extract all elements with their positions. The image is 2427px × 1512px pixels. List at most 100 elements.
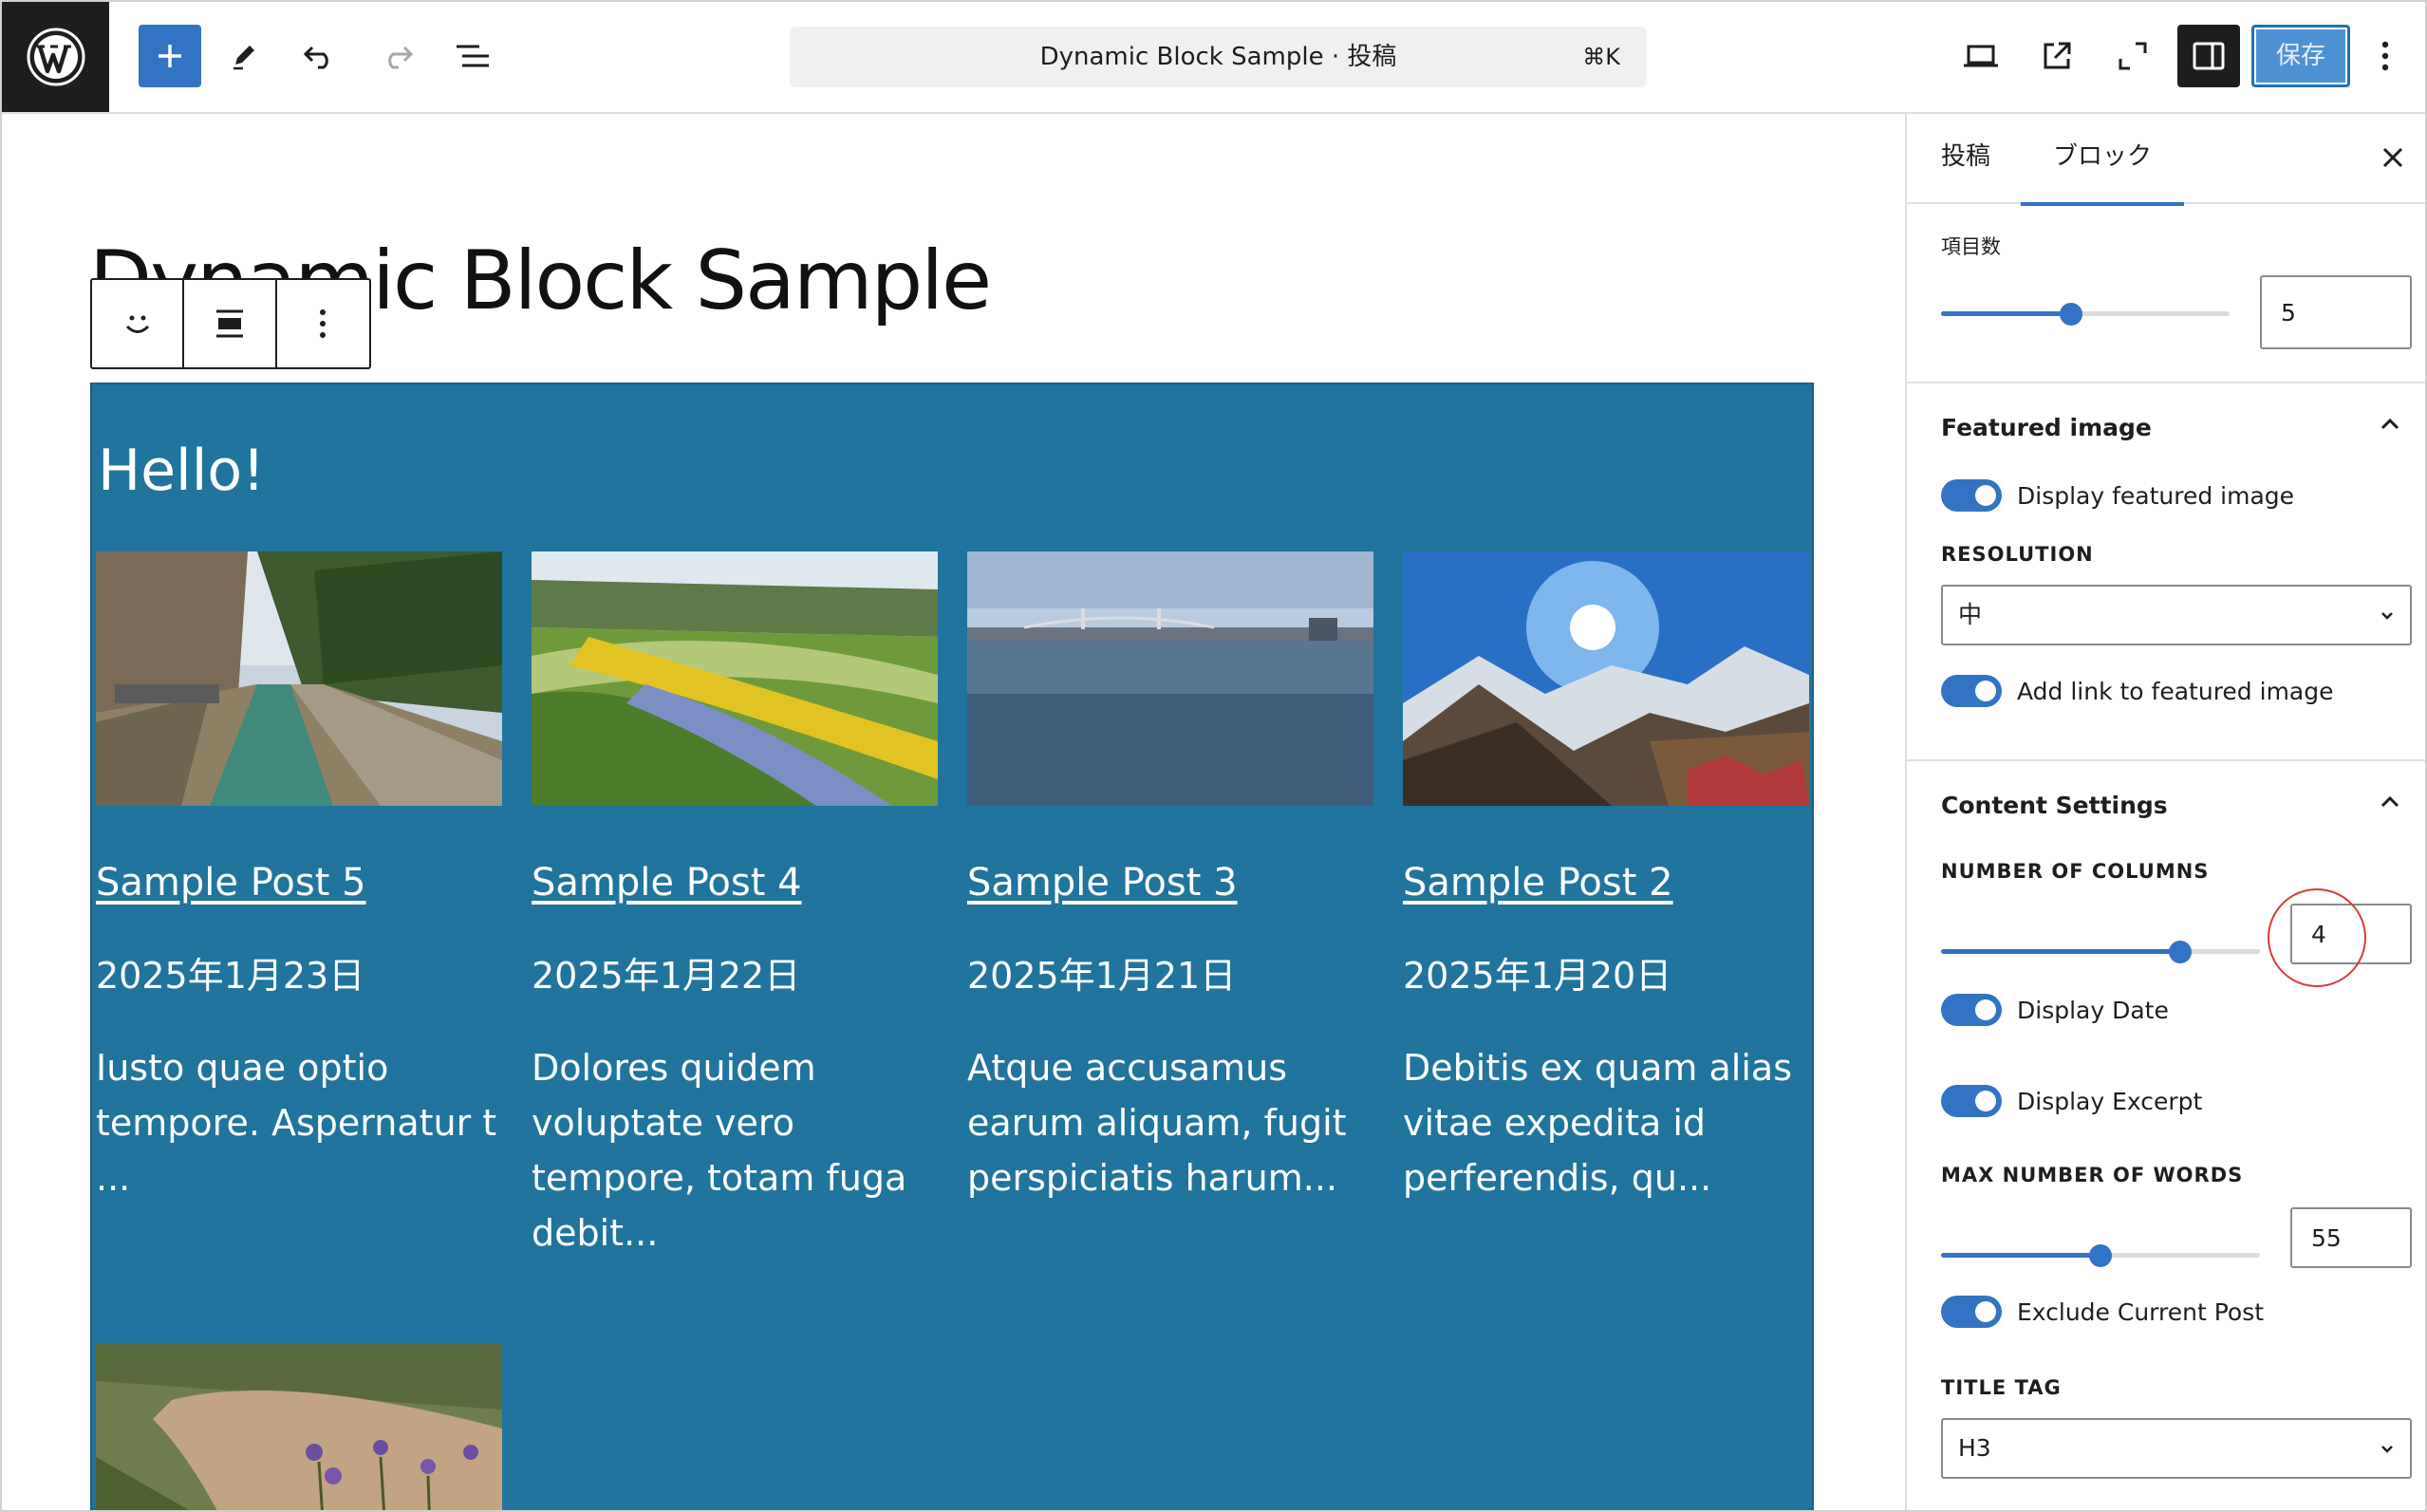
fullscreen-icon — [2119, 42, 2147, 70]
resolution-label: RESOLUTION — [1941, 543, 2094, 566]
redo-button[interactable] — [365, 25, 428, 87]
max-words-slider[interactable] — [1941, 1236, 2260, 1274]
redo-icon — [388, 46, 414, 69]
post-title-link[interactable]: Sample Post 5 — [96, 861, 502, 905]
vertical-ellipsis-icon — [2381, 41, 2389, 71]
panel-divider — [1907, 382, 2425, 383]
items-count-input[interactable]: 5 — [2260, 275, 2412, 349]
featured-image-road[interactable] — [96, 551, 502, 806]
editor-canvas: Dynamic Block Sample Hello! Sample Post … — [2, 114, 1905, 1510]
toggle-label: Display featured image — [2017, 481, 2295, 510]
preview-button[interactable] — [1950, 25, 2012, 87]
command-shortcut-hint: ⌘K — [1582, 44, 1620, 70]
link-featured-image-toggle[interactable]: Add link to featured image — [1941, 674, 2334, 708]
featured-image-panel-title[interactable]: Featured image — [1941, 414, 2152, 441]
undo-icon — [303, 46, 328, 69]
chevron-up-icon[interactable] — [2376, 788, 2404, 816]
columns-slider[interactable] — [1941, 932, 2260, 970]
slider-thumb[interactable] — [2089, 1244, 2112, 1267]
tools-button[interactable] — [213, 25, 275, 87]
laptop-icon — [1964, 45, 1998, 67]
slider-thumb[interactable] — [2169, 941, 2192, 963]
chevron-down-icon — [2381, 1446, 2393, 1453]
max-words-label: MAX NUMBER OF WORDS — [1941, 1164, 2244, 1186]
settings-sidebar-toggle[interactable] — [2177, 25, 2240, 87]
items-count-label: 項目数 — [1941, 235, 2001, 258]
toggle-label: Add link to featured image — [2017, 677, 2334, 705]
align-icon — [216, 309, 244, 338]
block-type-button[interactable] — [92, 280, 185, 367]
block-editor-window: Dynamic Block Sample · 投稿 ⌘K 保存 Dynamic … — [0, 0, 2427, 1512]
chevron-up-icon[interactable] — [2376, 410, 2404, 439]
featured-image-mountains[interactable] — [1403, 551, 1809, 806]
post-title-link[interactable]: Sample Post 4 — [532, 861, 938, 905]
post-excerpt: Debitis ex quam alias vitae expedita id … — [1403, 1047, 1793, 1199]
post-excerpt: Iusto quae optio tempore. Aspernatur t .… — [96, 1047, 497, 1199]
title-tag-select[interactable]: H3 — [1941, 1418, 2412, 1479]
undo-button[interactable] — [289, 25, 351, 87]
post-date: 2025年1月20日 — [1403, 955, 1672, 997]
resolution-select[interactable]: 中 — [1941, 585, 2412, 645]
sidebar-icon — [2193, 42, 2225, 70]
wordpress-logo-button[interactable] — [2, 2, 109, 112]
document-overview-button[interactable] — [441, 25, 504, 87]
toggle-switch[interactable] — [1941, 1296, 2002, 1328]
toggle-label: Display Excerpt — [2017, 1087, 2203, 1115]
featured-image-bay[interactable] — [967, 551, 1373, 806]
exclude-current-post-toggle[interactable]: Exclude Current Post — [1941, 1295, 2264, 1329]
post-excerpt: Atque accusamus earum aliquam, fugit per… — [967, 1047, 1347, 1199]
close-icon — [2382, 147, 2403, 168]
post-card: Sample Post 4 2025年1月22日 Dolores quidem … — [532, 551, 938, 1260]
panel-divider — [1907, 759, 2425, 761]
tab-block[interactable]: ブロック — [2021, 114, 2184, 206]
smiley-icon — [125, 315, 149, 333]
toggle-switch[interactable] — [1941, 479, 2002, 512]
title-tag-label: TITLE TAG — [1941, 1376, 2062, 1399]
dynamic-posts-block[interactable]: Hello! Sample Post 5 2025年1月23日 Iusto qu… — [90, 383, 1814, 1510]
post-title-link[interactable]: Sample Post 2 — [1403, 861, 1809, 905]
post-title-link[interactable]: Sample Post 3 — [967, 861, 1373, 905]
featured-image-trail[interactable] — [96, 1343, 502, 1510]
toggle-switch[interactable] — [1941, 1085, 2002, 1117]
display-date-toggle[interactable]: Display Date — [1941, 993, 2169, 1027]
chevron-down-icon — [2381, 612, 2393, 620]
close-sidebar-button[interactable] — [2374, 139, 2412, 177]
block-options-button[interactable] — [277, 280, 369, 367]
toggle-switch[interactable] — [1941, 994, 2002, 1026]
post-date: 2025年1月23日 — [96, 955, 365, 997]
display-featured-image-toggle[interactable]: Display featured image — [1941, 478, 2294, 513]
vertical-ellipsis-icon — [320, 309, 327, 338]
wordpress-icon — [27, 28, 84, 86]
columns-label: NUMBER OF COLUMNS — [1941, 860, 2210, 883]
list-view-icon — [457, 45, 489, 67]
items-count-slider[interactable] — [1941, 294, 2230, 332]
post-card: Sample Post 2 2025年1月20日 Debitis ex quam… — [1403, 551, 1809, 1205]
block-heading: Hello! — [98, 438, 266, 504]
view-post-button[interactable] — [2026, 25, 2088, 87]
add-block-button[interactable] — [139, 25, 201, 87]
post-excerpt: Dolores quidem voluptate vero tempore, t… — [532, 1047, 907, 1254]
tab-post[interactable]: 投稿 — [1941, 114, 1990, 204]
slider-thumb[interactable] — [2059, 303, 2082, 326]
block-toolbar — [90, 278, 371, 369]
sidebar-tabs: 投稿 ブロック — [1907, 114, 2425, 206]
fullscreen-button[interactable] — [2101, 25, 2164, 87]
title-tag-value: H3 — [1958, 1434, 1991, 1462]
annotation-circle — [2268, 888, 2366, 987]
block-align-button[interactable] — [184, 280, 277, 367]
options-menu-button[interactable] — [2362, 25, 2409, 87]
resolution-value: 中 — [1958, 601, 1983, 628]
toggle-label: Exclude Current Post — [2017, 1297, 2265, 1326]
post-card: Sample Post 5 2025年1月23日 Iusto quae opti… — [96, 551, 502, 1205]
plus-icon — [159, 45, 181, 67]
featured-image-flowers[interactable] — [532, 551, 938, 806]
content-settings-panel-title[interactable]: Content Settings — [1941, 792, 2168, 819]
toggle-switch[interactable] — [1941, 675, 2002, 707]
active-tab-indicator — [2021, 202, 2184, 206]
command-palette-bar[interactable]: Dynamic Block Sample · 投稿 ⌘K — [790, 27, 1647, 87]
save-button[interactable]: 保存 — [2251, 25, 2350, 87]
settings-sidebar: 投稿 ブロック 項目数 5 Featured image Display fea… — [1905, 114, 2425, 1510]
max-words-input[interactable]: 55 — [2290, 1207, 2412, 1268]
display-excerpt-toggle[interactable]: Display Excerpt — [1941, 1084, 2202, 1118]
document-title: Dynamic Block Sample · 投稿 — [1039, 43, 1397, 71]
